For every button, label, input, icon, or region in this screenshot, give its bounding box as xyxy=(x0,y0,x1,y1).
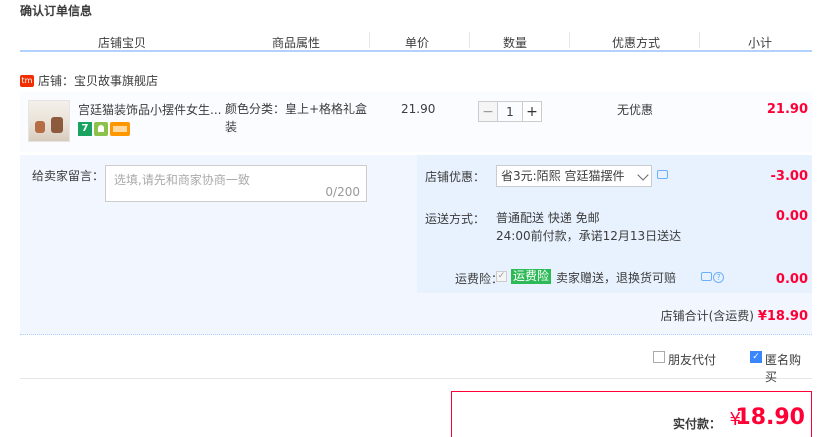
shop-discount-value: -3.00 xyxy=(770,169,808,184)
message-placeholder: 选填,请先和商家协商一致 xyxy=(114,173,250,187)
order-details-panel: 给卖家留言： 选填,请先和商家协商一致 0/200 店铺优惠： 省3元:陌熙 宫… xyxy=(20,155,812,335)
chat-icon[interactable] xyxy=(701,272,712,281)
col-divider xyxy=(469,32,470,48)
col-divider xyxy=(699,32,700,48)
unit-price: 21.90 xyxy=(401,102,436,116)
product-thumbnail[interactable] xyxy=(28,100,70,142)
col-quantity: 数量 xyxy=(503,36,528,50)
anonymous-checkbox[interactable]: ✓ xyxy=(750,351,762,363)
product-badges: 7 xyxy=(78,122,130,136)
quantity-input[interactable]: 1 xyxy=(498,101,522,122)
tmall-icon: tm xyxy=(20,74,34,87)
shipping-method: 普通配送 快递 免邮 xyxy=(496,211,600,225)
col-discount: 优惠方式 xyxy=(612,36,661,50)
product-attribute: 颜色分类：皇上+格格礼盒装 xyxy=(225,102,368,134)
column-header: 店铺宝贝 商品属性 单价 数量 优惠方式 小计 xyxy=(20,30,812,52)
shop-total-value: ¥18.90 xyxy=(757,309,808,324)
seven-day-return-icon[interactable]: 7 xyxy=(78,122,92,136)
shop-total: 店铺合计(含运费) ¥18.90 xyxy=(661,307,808,324)
col-shop-item: 店铺宝贝 xyxy=(98,36,147,50)
quantity-stepper: − 1 + xyxy=(478,101,542,122)
shipping-value: 0.00 xyxy=(775,209,808,224)
col-attributes: 商品属性 xyxy=(272,36,321,50)
product-name[interactable]: 宫廷猫装饰品小摆件女生... xyxy=(78,101,228,118)
payment-summary: 实付款： ¥ 18.90 xyxy=(451,391,812,437)
order-item-row: 宫廷猫装饰品小摆件女生... 7 颜色分类：皇上+格格礼盒装 21.90 − 1… xyxy=(20,92,812,152)
col-divider xyxy=(369,32,370,48)
insurance-text: 卖家赠送，退换货可赔 xyxy=(556,271,677,285)
shop-name[interactable]: 店铺：宝贝故事旗舰店 xyxy=(38,72,158,89)
payment-amount: 18.90 xyxy=(735,405,805,430)
credit-card-icon[interactable] xyxy=(110,122,130,136)
col-price: 单价 xyxy=(405,36,430,50)
shipping-info: 普通配送 快递 免邮 24:00前付款，承诺12月13日送达 xyxy=(496,209,681,245)
shipping-promise: 24:00前付款，承诺12月13日送达 xyxy=(496,229,682,243)
col-divider xyxy=(569,32,570,48)
shipping-label: 运送方式： xyxy=(425,212,486,226)
chevron-down-icon xyxy=(637,169,649,181)
help-icon[interactable]: ? xyxy=(713,272,724,283)
insurance-value: 0.00 xyxy=(775,272,808,287)
discount-method: 无优惠 xyxy=(617,103,654,117)
payment-label: 实付款： xyxy=(672,417,721,431)
insurance-checkbox[interactable]: ✓ xyxy=(496,271,507,282)
decrease-button[interactable]: − xyxy=(478,101,498,122)
guarantee-icon[interactable] xyxy=(94,122,108,136)
shop-discount-select[interactable]: 省3元:陌熙 宫廷猫摆件 xyxy=(496,165,652,187)
anonymous-label[interactable]: 匿名购买 xyxy=(765,351,812,385)
shop-header: tm 店铺：宝贝故事旗舰店 xyxy=(20,72,158,89)
friend-pay-label[interactable]: 朋友代付 xyxy=(668,351,716,368)
seller-message-input[interactable]: 选填,请先和商家协商一致 0/200 xyxy=(105,165,367,202)
shop-discount-label: 店铺优惠： xyxy=(425,170,486,184)
increase-button[interactable]: + xyxy=(522,101,542,122)
shop-summary-panel: 店铺优惠： 省3元:陌熙 宫廷猫摆件 -3.00 运送方式： 普通配送 快递 免… xyxy=(417,155,812,293)
insurance-tag: 运费险 xyxy=(511,269,552,284)
chat-icon[interactable] xyxy=(657,170,668,179)
friend-pay-checkbox[interactable] xyxy=(653,351,665,363)
page-title: 确认订单信息 xyxy=(20,4,93,18)
message-counter: 0/200 xyxy=(325,185,360,199)
item-subtotal: 21.90 xyxy=(766,102,808,117)
col-subtotal: 小计 xyxy=(748,36,773,50)
message-label: 给卖家留言： xyxy=(32,169,105,183)
shop-total-label: 店铺合计(含运费) xyxy=(660,309,754,323)
order-options: 朋友代付 ✓ 匿名购买 xyxy=(20,343,812,384)
shop-discount-selected: 省3元:陌熙 宫廷猫摆件 xyxy=(501,169,625,183)
